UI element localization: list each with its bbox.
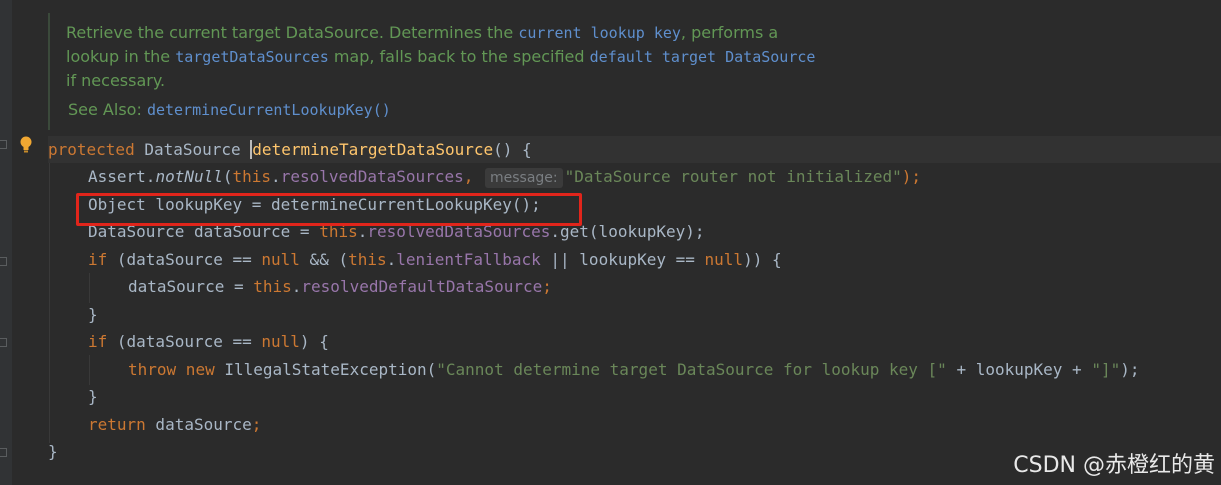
keyword: if	[88, 250, 108, 269]
fold-marker-icon[interactable]	[0, 257, 7, 266]
code-line-8[interactable]: if (dataSource == null) {	[88, 328, 329, 355]
code-line-9[interactable]: throw new IllegalStateException("Cannot …	[128, 356, 1139, 383]
code-text: (	[222, 167, 233, 186]
keyword: if	[88, 332, 108, 351]
code-text: ,	[463, 167, 474, 186]
keyword: throw	[128, 360, 177, 379]
doc-link-default-target[interactable]: default target DataSource	[590, 48, 816, 66]
code-line-6[interactable]: dataSource = this.resolvedDefaultDataSou…	[128, 273, 552, 300]
see-also-link[interactable]: determineCurrentLookupKey()	[147, 101, 391, 119]
code-text: Assert.	[88, 167, 156, 186]
indent-guide	[89, 273, 90, 303]
keyword: null	[261, 250, 300, 269]
code-text: }	[88, 305, 98, 324]
code-line-2[interactable]: Assert.notNull(this.resolvedDataSources,…	[88, 163, 921, 190]
string-literal: "]"	[1091, 360, 1121, 379]
code-text: + lookupKey +	[946, 360, 1092, 379]
fold-marker-icon[interactable]	[0, 448, 7, 457]
editor-gutter	[0, 0, 12, 485]
code-line-1[interactable]: protected DataSource determineTargetData…	[48, 136, 1221, 163]
string-literal: "DataSource router not initialized"	[564, 167, 902, 186]
code-line-12[interactable]: }	[48, 438, 58, 465]
fold-marker-icon[interactable]	[0, 338, 7, 347]
code-text: (dataSource ==	[107, 332, 262, 351]
code-text: || lookupKey ==	[540, 250, 705, 269]
highlight-box	[76, 193, 582, 226]
rendered-javadoc: Retrieve the current target DataSource. …	[48, 13, 1221, 130]
keyword: this	[348, 250, 387, 269]
field: resolvedDefaultDataSource	[301, 277, 543, 296]
code-line-7[interactable]: }	[88, 301, 98, 328]
code-text: IllegalStateException(	[214, 360, 437, 379]
lightbulb-icon[interactable]	[19, 136, 33, 154]
code-text: ;	[542, 277, 552, 296]
code-text: (dataSource ==	[107, 250, 262, 269]
code-text: }	[88, 387, 98, 406]
code-text: ) {	[299, 332, 329, 351]
code-text: ;	[251, 415, 262, 434]
code-text: dataSource	[145, 415, 252, 434]
code-text: () {	[493, 140, 532, 159]
code-text: .	[271, 167, 281, 186]
see-also-label: See Also:	[68, 100, 142, 119]
code-text: )) {	[743, 250, 782, 269]
doc-text: map, falls back to the specified	[328, 47, 590, 66]
code-text: && (	[299, 250, 349, 269]
code-text: .	[386, 250, 397, 269]
field: resolvedDataSources	[280, 167, 464, 186]
indent-guide	[49, 163, 50, 443]
watermark: CSDN @赤橙红的黄	[1013, 453, 1215, 478]
field: lenientFallback	[396, 250, 541, 269]
doc-link-current-lookup-key[interactable]: current lookup key	[518, 24, 681, 42]
keyword: return	[88, 415, 146, 434]
javadoc-description: Retrieve the current target DataSource. …	[66, 21, 826, 93]
method-name[interactable]: determineTargetDataSource	[252, 140, 493, 159]
doc-text: Retrieve the current target DataSource. …	[66, 23, 519, 42]
code-text: );	[1120, 360, 1140, 379]
string-literal: "Cannot determine target DataSource for …	[436, 360, 947, 379]
code-text: dataSource =	[128, 277, 254, 296]
doc-text: if necessary.	[66, 71, 166, 90]
code-line-10[interactable]: }	[88, 383, 98, 410]
code-text: );	[901, 167, 922, 186]
keyword: null	[261, 332, 300, 351]
code-text: .	[291, 277, 302, 296]
code-line-5[interactable]: if (dataSource == null && (this.lenientF…	[88, 246, 782, 273]
keyword: this	[232, 167, 272, 186]
static-method: notNull	[155, 167, 223, 186]
indent-guide	[89, 355, 90, 385]
javadoc-see-also: See Also: determineCurrentLookupKey()	[68, 100, 391, 119]
keyword: null	[704, 250, 744, 269]
code-text: }	[48, 442, 58, 461]
return-type: DataSource	[134, 140, 251, 159]
parameter-hint: message:	[485, 168, 563, 188]
keyword: this	[253, 277, 292, 296]
keyword: new	[176, 360, 215, 379]
code-line-11[interactable]: return dataSource;	[88, 411, 261, 438]
keyword: protected	[48, 140, 135, 159]
fold-marker-icon[interactable]	[0, 140, 7, 149]
doc-code-target-data-sources: targetDataSources	[175, 48, 329, 66]
